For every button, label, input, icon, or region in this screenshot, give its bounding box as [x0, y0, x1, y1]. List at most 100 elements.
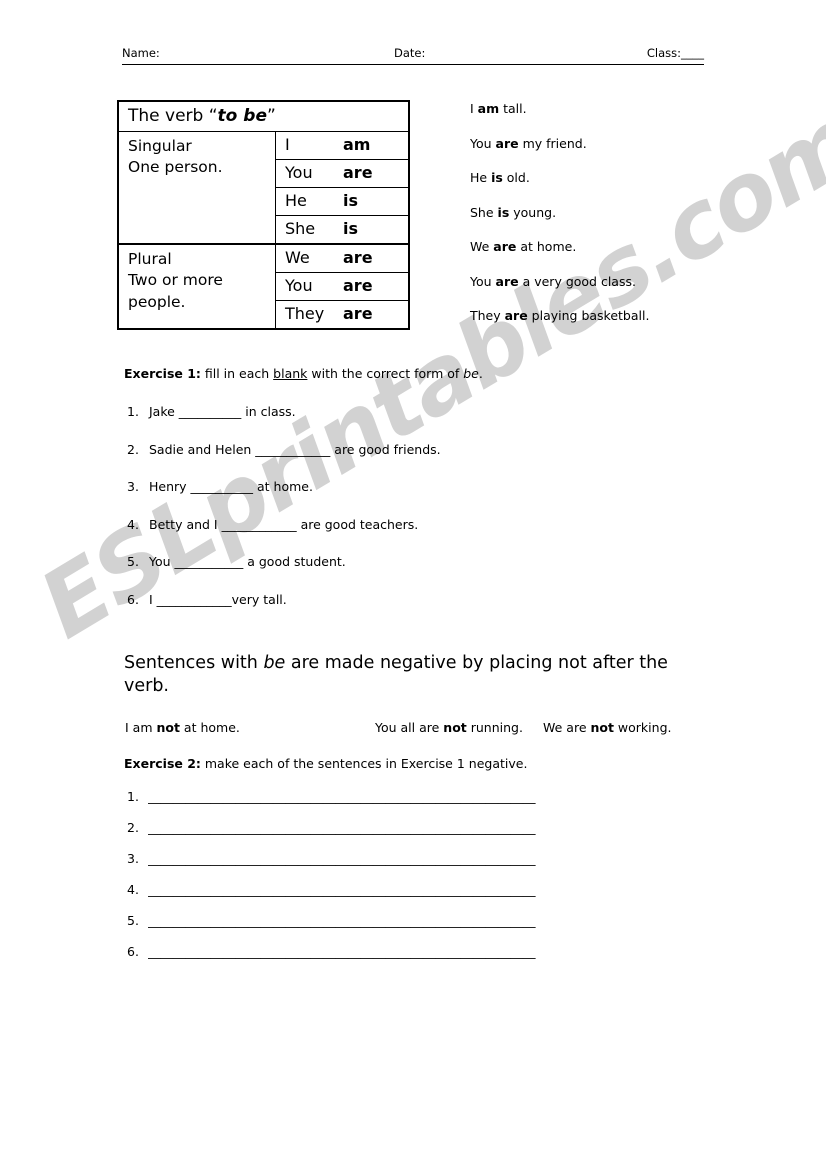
be-form: are: [343, 248, 373, 267]
negative-example: We are not working.: [543, 720, 671, 735]
item-number: 4.: [127, 516, 139, 532]
sentence-before: He: [470, 170, 492, 185]
be-verb: is: [497, 204, 510, 220]
plural-row-1: Plural Two or more people. We are: [117, 243, 410, 330]
item-text: Henry __________ at home.: [149, 479, 313, 494]
name-field-label: Name:: [122, 46, 160, 60]
sentence-before: They: [470, 308, 505, 323]
pronoun: You: [285, 276, 313, 295]
not-word: not: [443, 720, 467, 735]
instruction-middle: with the correct form of: [307, 366, 464, 381]
item-text: Sadie and Helen ____________ are good fr…: [149, 441, 441, 457]
pronoun: She: [285, 219, 316, 238]
singular-label: Singular: [128, 137, 192, 155]
answer-line-row[interactable]: 2. ______________________________________…: [127, 820, 687, 851]
sentence-after: at home.: [179, 720, 240, 735]
heading-italic-word: be: [263, 653, 286, 673]
be-form: am: [343, 135, 371, 154]
pronoun: You: [285, 163, 313, 182]
list-item[interactable]: 1. Jake __________ in class.: [127, 404, 687, 419]
negative-rule-heading: Sentences with be are made negative by p…: [124, 652, 690, 699]
title-italic: to be: [217, 106, 267, 126]
conjugation-cell: You are: [275, 272, 410, 301]
answer-line-row[interactable]: 5. ______________________________________…: [127, 913, 687, 944]
item-text: I ____________very tall.: [149, 591, 287, 607]
sentence-after: playing basketball.: [527, 308, 650, 323]
negative-example: You all are not running.: [375, 720, 523, 735]
exercise-2-answer-lines: 1. ______________________________________…: [127, 789, 687, 975]
worksheet-page: ESLprintables.com Name: Date: Class:____…: [0, 0, 826, 1169]
be-verb: are: [495, 135, 519, 151]
be-verb: are: [493, 239, 517, 254]
answer-blank-line[interactable]: ________________________________________…: [148, 882, 675, 897]
be-form: are: [343, 163, 373, 182]
sentence-before: She: [470, 204, 498, 220]
be-verb: is: [491, 170, 503, 185]
instruction-before: fill in each: [200, 366, 274, 381]
plural-description: Two or more people.: [128, 271, 223, 311]
be-verb: am: [477, 101, 500, 116]
answer-blank-line[interactable]: ________________________________________…: [148, 789, 675, 804]
title-prefix: The verb “: [128, 106, 218, 126]
conjugation-cell: Iam: [275, 131, 410, 160]
example-sentence: She is young.: [470, 205, 790, 220]
title-suffix: ”: [266, 106, 276, 126]
be-form: are: [343, 304, 373, 323]
item-text: Jake __________ in class.: [149, 404, 296, 419]
example-sentences-list: I am tall. You are my friend. He is old.…: [470, 101, 790, 343]
instruction-text: make each of the sentences in Exercise 1…: [200, 756, 528, 771]
answer-line-row[interactable]: 1. ______________________________________…: [127, 789, 687, 820]
answer-line-row[interactable]: 3. ______________________________________…: [127, 851, 687, 882]
exercise-2-instruction: Exercise 2: make each of the sentences i…: [124, 756, 527, 771]
example-sentence: We are at home.: [470, 239, 790, 254]
heading-before: Sentences with: [124, 653, 264, 673]
not-word: not: [590, 720, 614, 735]
sentence-before: We are: [543, 720, 591, 735]
item-text: You ___________ a good student.: [149, 554, 346, 569]
item-number: 1.: [127, 404, 139, 419]
pronoun: We: [285, 248, 310, 267]
instruction-italic-word: be: [463, 366, 479, 381]
sentence-before: You: [470, 273, 496, 289]
sentence-after: old.: [502, 170, 530, 185]
exercise-1-label: Exercise 1:: [124, 366, 201, 381]
conjugation-cell: They are: [275, 300, 410, 330]
class-field-label: Class:____: [646, 46, 704, 60]
list-item[interactable]: 4. Betty and I ____________ are good teac…: [127, 517, 687, 532]
student-info-header: Name: Date: Class:____: [122, 46, 704, 65]
sentence-before: You: [470, 135, 496, 151]
sentence-after: at home.: [516, 239, 577, 254]
singular-group-cell: Singular One person.: [117, 131, 276, 245]
conjugation-cell: She is: [275, 215, 410, 245]
exercise-1-items: 1. Jake __________ in class. 2. Sadie and …: [127, 404, 687, 629]
answer-blank-line[interactable]: ________________________________________…: [148, 820, 675, 835]
verb-table-title-row: The verb “to be”: [117, 100, 410, 132]
item-number: 6.: [127, 944, 139, 959]
pronoun: I: [285, 135, 290, 154]
list-item[interactable]: 3. Henry __________ at home.: [127, 479, 687, 494]
example-sentence: He is old.: [470, 170, 790, 185]
sentence-after: my friend.: [518, 135, 587, 151]
list-item[interactable]: 2. Sadie and Helen ____________ are good …: [127, 442, 687, 457]
answer-line-row[interactable]: 6. ______________________________________…: [127, 944, 687, 975]
answer-blank-line[interactable]: ________________________________________…: [148, 913, 675, 928]
plural-group-cell: Plural Two or more people.: [117, 243, 276, 330]
date-field-label: Date:: [394, 46, 426, 60]
not-word: not: [156, 720, 180, 735]
list-item[interactable]: 6. I ____________very tall.: [127, 592, 687, 607]
be-form: is: [343, 191, 359, 210]
conjugation-cell: We are: [275, 243, 410, 273]
item-number: 3.: [127, 851, 139, 866]
answer-line-row[interactable]: 4. ______________________________________…: [127, 882, 687, 913]
singular-row-1: Singular One person. Iam: [117, 131, 410, 245]
verb-conjugation-table: The verb “to be” Singular One person. Ia…: [117, 100, 410, 330]
be-verb: are: [495, 273, 519, 289]
item-number: 1.: [127, 789, 139, 804]
item-number: 2.: [127, 441, 139, 457]
be-form: is: [343, 219, 359, 238]
item-number: 6.: [127, 591, 139, 607]
list-item[interactable]: 5. You ___________ a good student.: [127, 554, 687, 569]
exercise-1-instruction: Exercise 1: fill in each blank with the …: [124, 366, 483, 381]
answer-blank-line[interactable]: ________________________________________…: [148, 851, 675, 866]
answer-blank-line[interactable]: ________________________________________…: [148, 944, 675, 959]
